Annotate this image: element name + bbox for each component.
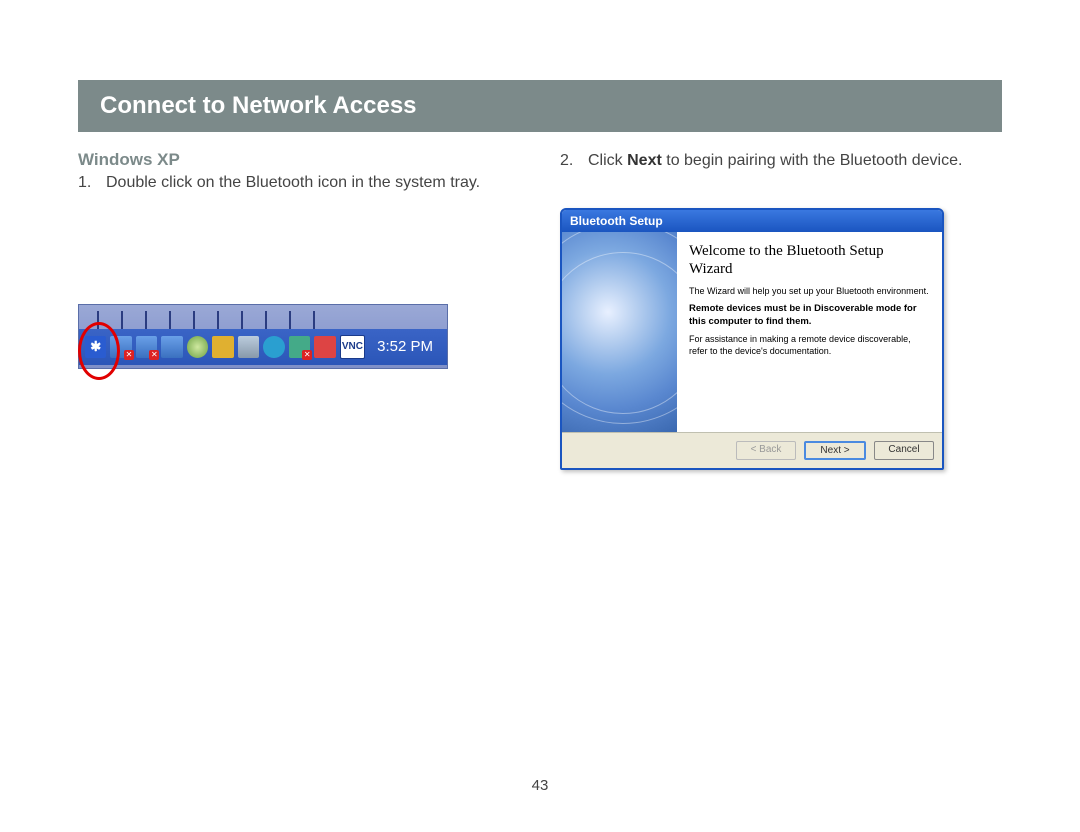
step-number: 2.: [560, 150, 588, 172]
remove-hardware-icon[interactable]: [238, 336, 259, 358]
network-monitor-icon[interactable]: [136, 336, 157, 358]
step-text: Double click on the Bluetooth icon in th…: [106, 172, 480, 194]
content-columns: Windows XP 1. Double click on the Blueto…: [78, 150, 1002, 470]
back-button: < Back: [736, 441, 796, 460]
taskbar-ticks: [79, 305, 447, 329]
cancel-button[interactable]: Cancel: [874, 441, 934, 460]
network-monitor-icon[interactable]: [110, 336, 131, 358]
step-text-bold: Next: [627, 152, 662, 169]
vnc-icon[interactable]: VNC: [340, 335, 365, 359]
tick: [289, 311, 291, 329]
system-tray-row: ∗ VNC 3:52 PM: [79, 329, 447, 365]
tick: [265, 311, 267, 329]
bluetooth-icon[interactable]: ∗: [85, 336, 106, 358]
step-1: 1. Double click on the Bluetooth icon in…: [78, 172, 520, 194]
tick: [241, 311, 243, 329]
bluetooth-setup-wizard-dialog: Bluetooth Setup Welcome to the Bluetooth…: [560, 208, 944, 470]
tick: [193, 311, 195, 329]
tick: [97, 311, 99, 329]
tick: [313, 311, 315, 329]
step-text: Click Next to begin pairing with the Blu…: [588, 150, 962, 172]
tick: [169, 311, 171, 329]
section-title: Connect to Network Access: [100, 92, 980, 120]
network-monitor-icon[interactable]: [161, 336, 182, 358]
next-button[interactable]: Next >: [804, 441, 866, 460]
wizard-side-graphic: [562, 232, 677, 432]
os-subheading: Windows XP: [78, 150, 520, 170]
step-2: 2. Click Next to begin pairing with the …: [560, 150, 1002, 172]
wizard-titlebar: Bluetooth Setup: [562, 210, 942, 232]
wizard-button-row: < Back Next > Cancel: [562, 432, 942, 468]
step-text-prefix: Click: [588, 152, 627, 169]
wizard-intro-text: The Wizard will help you set up your Blu…: [689, 286, 930, 298]
globe-icon[interactable]: [187, 336, 208, 358]
network-disconnected-icon[interactable]: [289, 336, 310, 358]
step-text-suffix: to begin pairing with the Bluetooth devi…: [662, 152, 963, 169]
wizard-assist-text: For assistance in making a remote device…: [689, 334, 930, 357]
security-shield-icon[interactable]: [212, 336, 233, 358]
right-column: 2. Click Next to begin pairing with the …: [560, 150, 1002, 470]
wizard-body: Welcome to the Bluetooth Setup Wizard Th…: [562, 232, 942, 432]
wizard-heading: Welcome to the Bluetooth Setup Wizard: [689, 242, 930, 278]
audio-headset-icon[interactable]: [263, 336, 284, 358]
tick: [121, 311, 123, 329]
wizard-note-text: Remote devices must be in Discoverable m…: [689, 303, 930, 328]
page-number: 43: [0, 777, 1080, 794]
left-column: Windows XP 1. Double click on the Blueto…: [78, 150, 520, 470]
step-number: 1.: [78, 172, 106, 194]
wizard-main-panel: Welcome to the Bluetooth Setup Wizard Th…: [677, 232, 942, 432]
taskbar-background: ∗ VNC 3:52 PM: [78, 304, 448, 369]
system-tray-screenshot: ∗ VNC 3:52 PM: [78, 304, 448, 369]
tick: [145, 311, 147, 329]
tick: [217, 311, 219, 329]
system-clock[interactable]: 3:52 PM: [369, 338, 441, 355]
section-header: Connect to Network Access: [78, 80, 1002, 132]
antivirus-icon[interactable]: [314, 336, 335, 358]
